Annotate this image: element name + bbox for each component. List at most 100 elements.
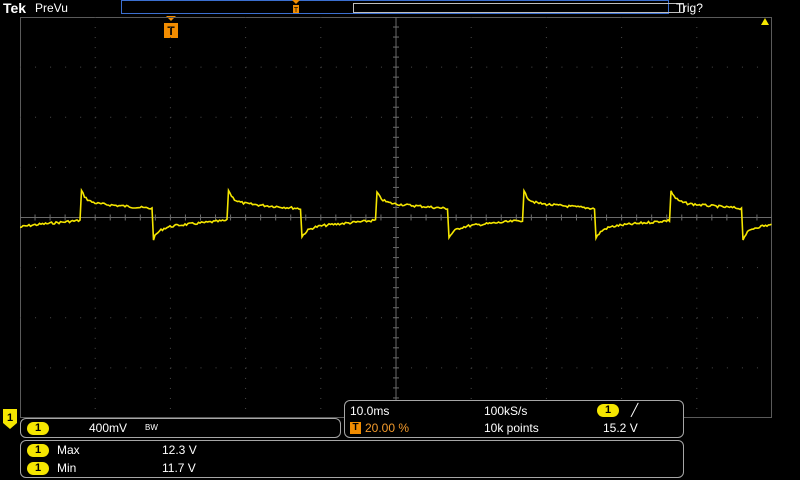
- grid-dot: [545, 157, 547, 159]
- grid-dot: [94, 137, 96, 139]
- grid-dot: [426, 317, 428, 319]
- grid-dot: [245, 97, 247, 99]
- grid-dot: [155, 367, 157, 369]
- grid-dot: [110, 367, 112, 369]
- grid-dot: [576, 66, 578, 68]
- grid-dot: [545, 127, 547, 129]
- grid-dot: [545, 207, 547, 209]
- measurements-readout[interactable]: 1 Max 12.3 V 1 Min 11.7 V: [20, 440, 684, 478]
- grid-dot: [696, 297, 698, 299]
- grid-dot: [501, 267, 503, 269]
- grid-dot: [320, 147, 322, 149]
- grid-dot: [245, 177, 247, 179]
- grid-dot: [169, 57, 171, 59]
- grid-dot: [94, 157, 96, 159]
- grid-dot: [94, 57, 96, 59]
- grid-dot: [245, 277, 247, 279]
- grid-dot: [290, 317, 292, 319]
- grid-dot: [80, 66, 82, 68]
- grid-dot: [621, 97, 623, 99]
- grid-dot: [545, 387, 547, 389]
- top-status-bar: Tek PreVu T Trig?: [0, 0, 800, 16]
- grid-dot: [636, 317, 638, 319]
- channel-1-ground-marker-icon[interactable]: 1: [2, 408, 18, 430]
- grid-dot: [621, 337, 623, 339]
- grid-dot: [696, 307, 698, 309]
- grid-dot: [545, 357, 547, 359]
- grid-dot: [245, 227, 247, 229]
- grid-dot: [320, 57, 322, 59]
- grid-dot: [470, 107, 472, 109]
- grid-dot: [696, 97, 698, 99]
- grid-dot: [606, 166, 608, 168]
- grid-dot: [546, 267, 548, 269]
- grid-dot: [80, 317, 82, 319]
- oscilloscope-graticule[interactable]: [20, 17, 772, 418]
- grid-dot: [666, 166, 668, 168]
- grid-dot: [471, 166, 473, 168]
- grid-dot: [696, 207, 698, 209]
- grid-dot: [741, 317, 743, 319]
- grid-dot: [169, 397, 171, 399]
- grid-dot: [380, 166, 382, 168]
- grid-dot: [741, 116, 743, 118]
- grid-dot: [155, 116, 157, 118]
- grid-dot: [545, 297, 547, 299]
- grid-dot: [545, 347, 547, 349]
- grid-dot: [696, 357, 698, 359]
- grid-dot: [169, 387, 171, 389]
- grid-dot: [606, 367, 608, 369]
- grid-dot: [441, 116, 443, 118]
- grid-dot: [245, 47, 247, 49]
- grid-dot: [320, 127, 322, 129]
- grid-dot: [365, 267, 367, 269]
- grid-dot: [470, 137, 472, 139]
- grid-dot: [170, 367, 172, 369]
- grid-dot: [320, 397, 322, 399]
- grid-dot: [696, 377, 698, 379]
- grid-dot: [621, 187, 623, 189]
- grid-dot: [545, 77, 547, 79]
- grid-dot: [20, 166, 21, 168]
- grid-dot: [741, 267, 743, 269]
- grid-dot: [621, 397, 623, 399]
- grid-dot: [245, 397, 247, 399]
- channel-readout[interactable]: 1 400mV BW: [20, 418, 341, 438]
- grid-dot: [305, 66, 307, 68]
- trigger-status: Trig?: [676, 1, 703, 15]
- record-view-window[interactable]: [353, 3, 684, 13]
- timebase-trigger-readout[interactable]: 10.0ms 100kS/s 1 ╱ T 20.00 % 10k points …: [344, 400, 684, 438]
- grid-dot: [531, 116, 533, 118]
- grid-dot: [621, 77, 623, 79]
- grid-dot: [621, 116, 623, 118]
- grid-dot: [320, 277, 322, 279]
- grid-dot: [290, 66, 292, 68]
- grid-dot: [169, 17, 171, 18]
- grid-dot: [756, 367, 758, 369]
- grid-dot: [696, 147, 698, 149]
- grid-dot: [726, 367, 728, 369]
- grid-dot: [350, 116, 352, 118]
- grid-dot: [169, 87, 171, 89]
- grid-dot: [245, 66, 247, 68]
- grid-dot: [140, 116, 142, 118]
- grid-dot: [245, 347, 247, 349]
- grid-dot: [125, 66, 127, 68]
- grid-dot: [305, 367, 307, 369]
- grid-dot: [245, 407, 247, 409]
- grid-dot: [561, 166, 563, 168]
- grid-dot: [200, 317, 202, 319]
- grid-dot: [94, 197, 96, 199]
- grid-dot: [185, 367, 187, 369]
- grid-dot: [94, 387, 96, 389]
- grid-dot: [335, 317, 337, 319]
- grid-dot: [365, 166, 367, 168]
- grid-dot: [411, 66, 413, 68]
- record-view-bar[interactable]: [121, 0, 684, 14]
- grid-dot: [621, 107, 623, 109]
- grid-dot: [545, 337, 547, 339]
- grid-dot: [50, 66, 52, 68]
- grid-dot: [80, 116, 82, 118]
- rising-edge-icon: ╱: [631, 403, 639, 417]
- grid-dot: [501, 317, 503, 319]
